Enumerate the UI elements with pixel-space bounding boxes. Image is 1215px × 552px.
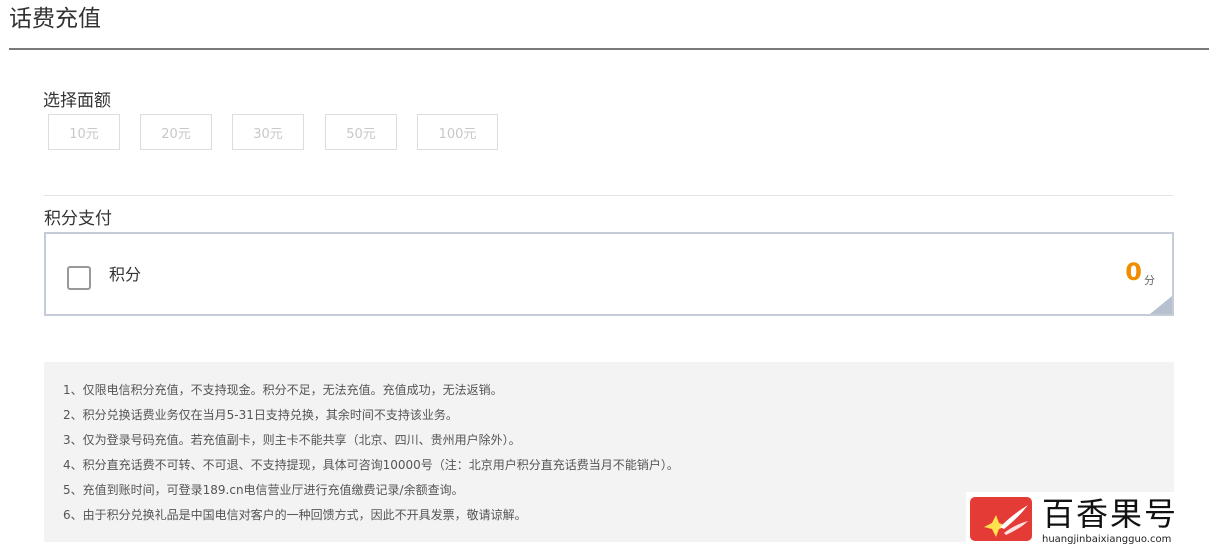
section-divider — [44, 195, 1173, 196]
watermark: 百香果号 huangjinbaixiangguo.com — [966, 492, 1206, 548]
points-unit: 分 — [1144, 274, 1155, 287]
notice-item: 2、积分兑换话费业务仅在当月5-31日支持兑换，其余时间不支持该业务。 — [63, 408, 458, 422]
notice-item: 4、积分直充话费不可转、不可退、不支持提现，具体可咨询10000号（注：北京用户… — [63, 458, 679, 472]
points-payment-box[interactable]: 积分 0 分 — [44, 232, 1174, 316]
amount-section-label: 选择面额 — [43, 91, 111, 111]
points-checkbox[interactable] — [67, 266, 91, 290]
watermark-logo-icon — [970, 497, 1032, 541]
watermark-text: 百香果号 — [1042, 495, 1179, 533]
amount-option-100[interactable]: 100元 — [417, 114, 498, 150]
notice-item: 3、仅为登录号码充值。若充值副卡，则主卡不能共享（北京、四川、贵州用户除外）。 — [63, 433, 521, 447]
notice-item: 5、充值到账时间，可登录189.cn电信营业厅进行充值缴费记录/余额查询。 — [63, 483, 464, 497]
selected-corner-icon — [1150, 296, 1172, 314]
watermark-url: huangjinbaixiangguo.com — [1042, 534, 1172, 545]
notice-item: 6、由于积分兑换礼品是中国电信对客户的一种回馈方式，因此不开具发票，敬请谅解。 — [63, 508, 527, 522]
amount-option-20[interactable]: 20元 — [140, 114, 212, 150]
amount-option-50[interactable]: 50元 — [325, 114, 397, 150]
points-value: 0 — [1125, 258, 1142, 286]
amount-option-30[interactable]: 30元 — [232, 114, 304, 150]
amount-option-10[interactable]: 10元 — [48, 114, 120, 150]
title-divider — [9, 48, 1209, 50]
notice-item: 1、仅限电信积分充值，不支持现金。积分不足，无法充值。充值成功，无法返销。 — [63, 383, 503, 397]
points-section-label: 积分支付 — [44, 209, 112, 229]
points-item-label: 积分 — [109, 265, 142, 284]
page-title: 话费充值 — [9, 6, 101, 32]
